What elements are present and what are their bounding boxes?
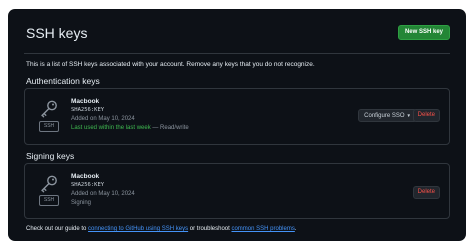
intro-text: This is a list of SSH keys associated wi… <box>26 61 315 68</box>
delete-signing-key-button[interactable]: Delete <box>412 186 440 199</box>
signing-key-card: SSH Macbook SHA256:KEY Added on May 10, … <box>24 163 450 219</box>
ssh-badge: SSH <box>39 121 59 132</box>
key-usage-line: Last used within the last week — Read/wr… <box>71 124 189 133</box>
key-added-date: Added on May 10, 2024 <box>71 191 135 197</box>
key-details: Macbook SHA256:KEY Added on May 10, 2024… <box>71 97 189 133</box>
signing-keys-heading: Signing keys <box>26 151 75 161</box>
footer-help-text: Check out our guide to connecting to Git… <box>26 226 297 232</box>
connecting-with-ssh-link[interactable]: connecting to GitHub using SSH keys <box>88 226 188 232</box>
configure-sso-button[interactable]: Configure SSO ▼ <box>358 109 417 122</box>
common-ssh-problems-link[interactable]: common SSH problems <box>231 226 294 232</box>
key-last-used: Last used within the last week <box>71 125 151 131</box>
key-added-date: Added on May 10, 2024 <box>71 116 135 122</box>
key-icon <box>39 174 59 194</box>
key-fingerprint: SHA256:KEY <box>71 107 105 113</box>
configure-sso-label: Configure SSO <box>364 113 405 119</box>
footer-prefix: Check out our guide to <box>26 226 89 232</box>
footer-suffix: . <box>294 226 297 232</box>
key-usage: Signing <box>71 200 92 206</box>
new-ssh-key-button[interactable]: New SSH key <box>397 25 450 40</box>
key-name: Macbook <box>71 173 100 180</box>
delete-authentication-key-button[interactable]: Delete <box>412 109 440 122</box>
key-name: Macbook <box>71 98 100 105</box>
key-access: — Read/write <box>150 125 189 131</box>
key-details: Macbook SHA256:KEY Added on May 10, 2024… <box>71 172 135 208</box>
ssh-keys-page: SSH keys New SSH key This is a list of S… <box>8 9 466 241</box>
authentication-keys-heading: Authentication keys <box>26 76 100 86</box>
footer-middle: or troubleshoot <box>188 226 232 232</box>
page-title: SSH keys <box>26 25 88 41</box>
key-icon <box>39 99 59 119</box>
page-header: SSH keys New SSH key <box>24 9 450 54</box>
authentication-key-card: SSH Macbook SHA256:KEY Added on May 10, … <box>24 88 450 145</box>
ssh-badge: SSH <box>39 195 59 206</box>
triangle-down-icon: ▼ <box>406 113 411 118</box>
key-fingerprint: SHA256:KEY <box>71 182 105 188</box>
